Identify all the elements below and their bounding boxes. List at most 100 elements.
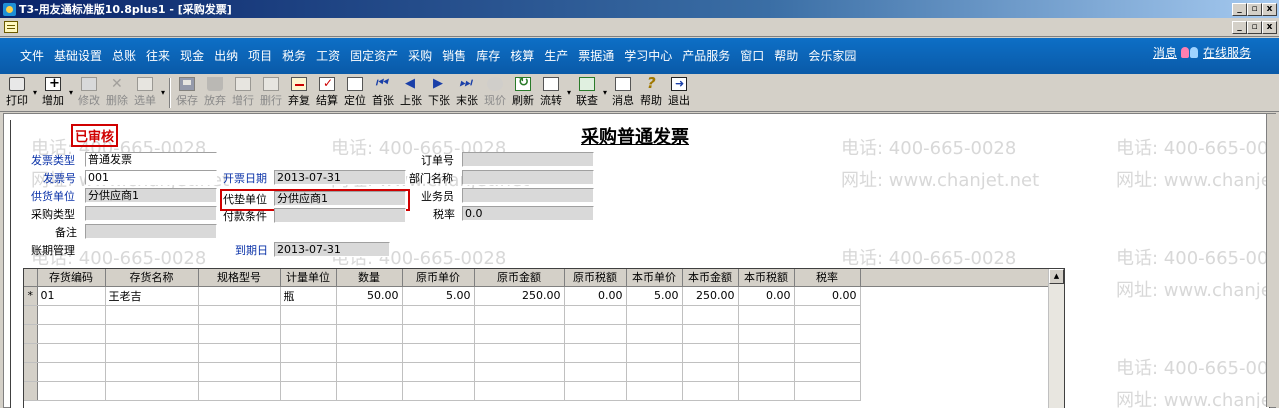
supplier-field[interactable]: 分供应商1 <box>85 188 217 203</box>
menu-help[interactable]: 帮助 <box>774 47 798 64</box>
grid-cell[interactable] <box>474 362 565 382</box>
grid-cell[interactable] <box>105 362 199 382</box>
cell-spec[interactable] <box>198 286 281 306</box>
grid-cell[interactable] <box>336 381 403 401</box>
grid-cell[interactable] <box>794 381 861 401</box>
table-row[interactable] <box>24 381 1048 401</box>
grid-cell[interactable] <box>198 305 281 325</box>
last-button[interactable]: 末张 <box>453 75 481 109</box>
grid-cell[interactable] <box>198 381 281 401</box>
grid-cell[interactable] <box>402 343 475 363</box>
menu-general-ledger[interactable]: 总账 <box>112 47 136 64</box>
grid-cell[interactable] <box>402 305 475 325</box>
cell-local-unit-price[interactable]: 5.00 <box>626 286 683 306</box>
menu-inventory[interactable]: 库存 <box>476 47 500 64</box>
grid-cell[interactable] <box>37 381 106 401</box>
message-button[interactable]: 消息 <box>609 76 637 109</box>
grid-cell[interactable] <box>37 343 106 363</box>
select-button[interactable]: 选单 <box>131 76 159 109</box>
query-button[interactable]: 联查 <box>573 76 601 109</box>
prev-button[interactable]: 上张 <box>397 76 425 109</box>
column-header[interactable]: 原币税额 <box>564 269 627 287</box>
grid-cell[interactable] <box>474 343 565 363</box>
column-header[interactable]: 存货名称 <box>105 269 199 287</box>
flow-button[interactable]: 流转 <box>537 76 565 109</box>
grid-cell[interactable] <box>626 381 683 401</box>
table-row[interactable] <box>24 343 1048 363</box>
menu-payroll[interactable]: 工资 <box>316 47 340 64</box>
column-header[interactable]: 本币金额 <box>682 269 739 287</box>
abandon-button[interactable]: 弃复 <box>285 76 313 109</box>
menu-sales[interactable]: 销售 <box>442 47 466 64</box>
cell-tax[interactable]: 0.00 <box>564 286 627 306</box>
message-link[interactable]: 消息 <box>1153 44 1177 61</box>
grid-cell[interactable] <box>682 343 739 363</box>
grid-cell[interactable] <box>105 381 199 401</box>
grid-cell[interactable] <box>280 305 337 325</box>
grid-cell[interactable] <box>474 305 565 325</box>
purchase-type-field[interactable] <box>85 206 217 221</box>
grid-cell[interactable] <box>794 305 861 325</box>
remark-field[interactable] <box>85 224 217 239</box>
child-minimize-button[interactable]: _ <box>1232 21 1247 34</box>
grid-cell[interactable] <box>626 343 683 363</box>
locate-button[interactable]: 定位 <box>341 76 369 109</box>
print-button[interactable]: 打印 <box>3 76 31 109</box>
modify-button[interactable]: 修改 <box>75 76 103 109</box>
payment-terms-field[interactable] <box>274 208 406 223</box>
menu-cashier[interactable]: 出纳 <box>214 47 238 64</box>
grid-cell[interactable] <box>474 324 565 344</box>
column-header[interactable]: 规格型号 <box>198 269 281 287</box>
grid-cell[interactable] <box>626 305 683 325</box>
grid-cell[interactable] <box>336 343 403 363</box>
next-button[interactable]: 下张 <box>425 76 453 109</box>
query-dropdown[interactable]: ▾ <box>601 76 609 109</box>
grid-cell[interactable] <box>336 324 403 344</box>
menu-tax[interactable]: 税务 <box>282 47 306 64</box>
due-date-field[interactable]: 2013-07-31 <box>274 242 390 257</box>
grid-cell[interactable] <box>280 362 337 382</box>
column-header[interactable]: 原币金额 <box>474 269 565 287</box>
column-header[interactable]: 计量单位 <box>280 269 337 287</box>
online-service-link[interactable]: 在线服务 <box>1203 44 1251 61</box>
column-header[interactable]: 本币税额 <box>738 269 795 287</box>
scroll-up-arrow-icon[interactable]: ▲ <box>1049 269 1064 284</box>
grid-cell[interactable] <box>280 381 337 401</box>
child-restore-button[interactable]: ▫ <box>1247 21 1262 34</box>
column-header[interactable]: 本币单价 <box>626 269 683 287</box>
grid-cell[interactable] <box>738 305 795 325</box>
grid-cell[interactable] <box>198 324 281 344</box>
grid-cell[interactable] <box>402 324 475 344</box>
menu-product-service[interactable]: 产品服务 <box>682 47 730 64</box>
delete-button[interactable]: 删除 <box>103 76 131 109</box>
grid-cell[interactable] <box>336 362 403 382</box>
cell-local-amount[interactable]: 250.00 <box>682 286 739 306</box>
grid-cell[interactable] <box>564 343 627 363</box>
grid-cell[interactable] <box>402 381 475 401</box>
menu-project[interactable]: 项目 <box>248 47 272 64</box>
menu-window[interactable]: 窗口 <box>740 47 764 64</box>
settle-button[interactable]: 结算 <box>313 76 341 109</box>
cell-unit-price[interactable]: 5.00 <box>402 286 475 306</box>
order-no-field[interactable] <box>462 152 594 167</box>
department-field[interactable] <box>462 170 594 185</box>
grid-cell[interactable] <box>37 324 106 344</box>
grid-cell[interactable] <box>738 362 795 382</box>
form-vertical-scrollbar[interactable] <box>1266 114 1276 407</box>
minimize-button[interactable]: _ <box>1232 2 1247 16</box>
cell-item-name[interactable]: 王老吉 <box>105 286 199 306</box>
close-button[interactable]: x <box>1262 2 1277 16</box>
column-header[interactable]: 税率 <box>794 269 861 287</box>
grid-cell[interactable] <box>105 324 199 344</box>
grid-cell[interactable] <box>682 305 739 325</box>
menu-file[interactable]: 文件 <box>20 47 44 64</box>
table-row[interactable] <box>24 324 1048 344</box>
cell-amount[interactable]: 250.00 <box>474 286 565 306</box>
grid-cell[interactable] <box>198 343 281 363</box>
discard-button[interactable]: 放弃 <box>201 76 229 109</box>
child-close-button[interactable]: x <box>1262 21 1277 34</box>
grid-cell[interactable] <box>37 362 106 382</box>
column-header[interactable]: 原币单价 <box>402 269 475 287</box>
grid-cell[interactable] <box>37 305 106 325</box>
print-dropdown[interactable]: ▾ <box>31 76 39 109</box>
